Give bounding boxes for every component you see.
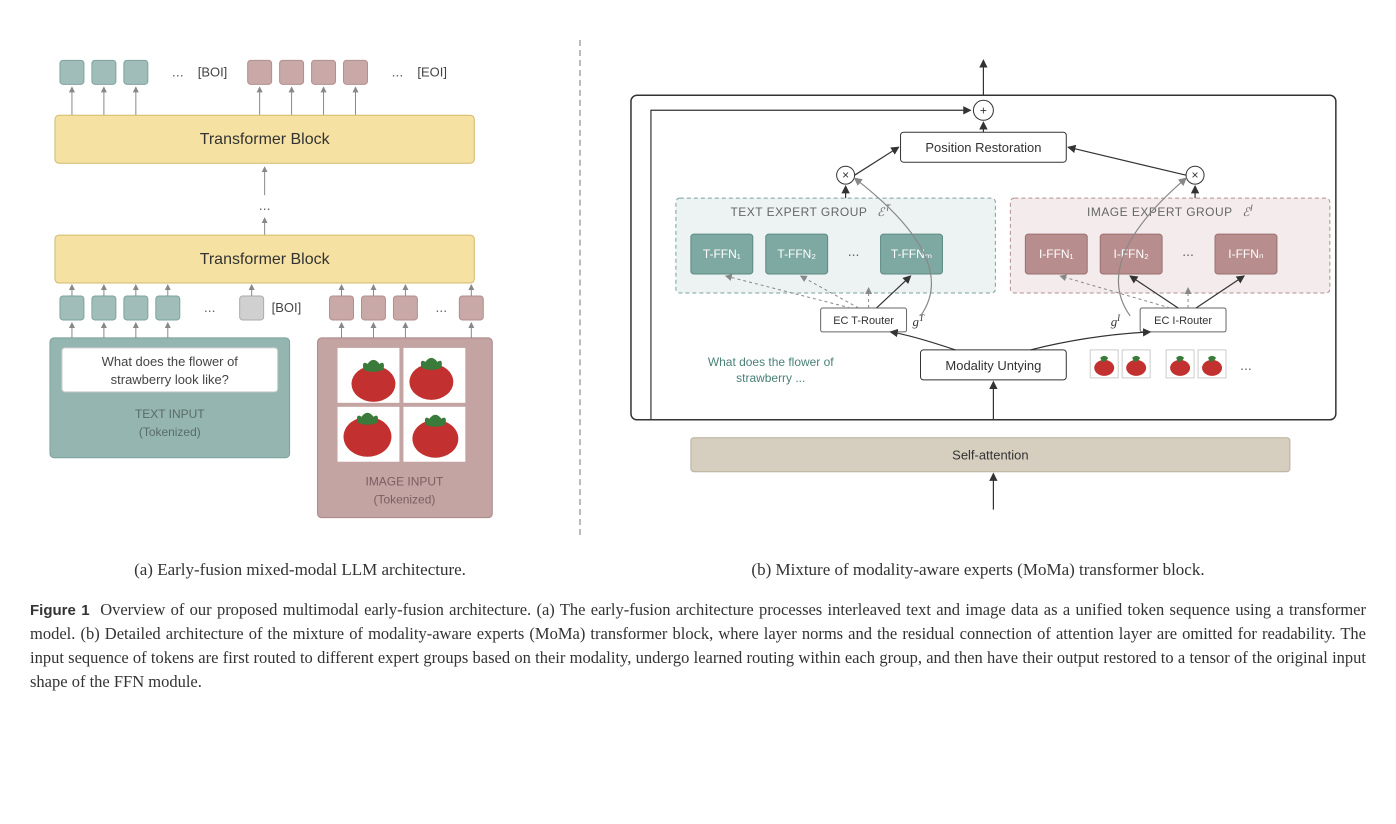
diagrams-row: ... [BOI] ... [EOI]: [20, 20, 1376, 555]
figure-caption-text: Overview of our proposed multimodal earl…: [30, 600, 1366, 691]
text-token-icon: [124, 296, 148, 320]
modality-untying-label: Modality Untying: [946, 358, 1042, 373]
teal-text-line2: strawberry ...: [736, 371, 805, 385]
ec-i-router-label: EC I-Router: [1154, 315, 1212, 327]
text-prompt-line1: What does the flower of: [102, 354, 239, 369]
text-group-title: TEXT EXPERT GROUP ℰT: [731, 203, 892, 219]
text-token-icon: [156, 296, 180, 320]
arrow-mult-to-pr-right: [1068, 147, 1186, 175]
subcaptions-row: (a) Early-fusion mixed-modal LLM archite…: [20, 560, 1376, 580]
ellipsis: ...: [1182, 243, 1194, 259]
arrows-top: [72, 87, 356, 115]
text-token-icon: [60, 296, 84, 320]
t-ffn-2-label: T-FFN₂: [778, 247, 817, 261]
transformer-block-label: Transformer Block: [200, 251, 330, 268]
transformer-block-label: Transformer Block: [200, 131, 330, 148]
image-token-icon: [280, 60, 304, 84]
text-token-icon: [92, 296, 116, 320]
i-ffn-n-label: I-FFNₙ: [1228, 247, 1264, 261]
text-token-icon: [124, 60, 148, 84]
output-tokens-row: ... [BOI] ... [EOI]: [60, 60, 447, 84]
boi-label: [BOI]: [198, 64, 228, 79]
ellipsis: ...: [848, 243, 860, 259]
image-token-icon: [361, 296, 385, 320]
add-symbol: +: [980, 103, 987, 117]
g-t-label: gT: [913, 313, 925, 329]
boi-mid-label: [BOI]: [272, 300, 302, 315]
arrows-text-to-tokens: [72, 323, 168, 338]
image-token-icon: [393, 296, 417, 320]
teal-text-line1: What does the flower of: [708, 355, 834, 369]
subcaption-b: (b) Mixture of modality-aware experts (M…: [580, 560, 1376, 580]
arrow-mult-to-pr-left: [855, 147, 899, 175]
image-input-label2: (Tokenized): [373, 493, 435, 507]
panel-a: ... [BOI] ... [EOI]: [20, 20, 579, 555]
ellipsis: ...: [1240, 357, 1252, 373]
untying-to-trouter-arrow: [891, 332, 956, 350]
image-group-title: IMAGE EXPERT GROUP ℰI: [1087, 203, 1253, 219]
text-input-label2: (Tokenized): [139, 425, 201, 439]
i-ffn-1-label: I-FFN₁: [1039, 247, 1074, 261]
text-token-icon: [60, 60, 84, 84]
i-ffn-2-label: I-FFN₂: [1114, 247, 1150, 261]
g-i-label: gI: [1111, 313, 1121, 329]
arrows-into-lower: [72, 285, 471, 296]
panel-b-svg: + Position Restoration × × TEXT EXPERT G…: [611, 40, 1356, 540]
eoi-label: [EOI]: [417, 64, 447, 79]
mult-symbol: ×: [1192, 168, 1199, 182]
ellipsis: ...: [436, 299, 448, 315]
panel-b: + Position Restoration × × TEXT EXPERT G…: [581, 20, 1376, 555]
t-ffn-1-label: T-FFN₁: [703, 247, 741, 261]
input-tokens-row: ... [BOI] ...: [60, 296, 483, 320]
ellipsis: ...: [172, 63, 184, 79]
text-token-icon: [92, 60, 116, 84]
image-token-icon: [459, 296, 483, 320]
text-prompt-line2: strawberry look like?: [111, 372, 229, 387]
figure-caption: Figure 1 Overview of our proposed multim…: [20, 598, 1376, 694]
boi-token-icon: [240, 296, 264, 320]
figure-label: Figure 1: [30, 602, 90, 619]
strawberry-thumbs: ...: [1090, 350, 1252, 378]
image-token-icon: [344, 60, 368, 84]
image-input-label1: IMAGE INPUT: [366, 475, 444, 489]
text-input-label1: TEXT INPUT: [135, 407, 205, 421]
image-token-icon: [248, 60, 272, 84]
subcaption-a: (a) Early-fusion mixed-modal LLM archite…: [20, 560, 580, 580]
image-token-icon: [330, 296, 354, 320]
image-token-icon: [312, 60, 336, 84]
untying-to-irouter-arrow: [1031, 332, 1151, 350]
position-restoration-label: Position Restoration: [926, 140, 1042, 155]
ellipsis: ...: [204, 299, 216, 315]
ec-t-router-label: EC T-Router: [833, 315, 894, 327]
ellipsis: ...: [392, 63, 404, 79]
mult-symbol: ×: [842, 168, 849, 182]
arrows-img-to-tokens: [342, 323, 472, 338]
figure-container: ... [BOI] ... [EOI]: [20, 20, 1376, 694]
self-attention-label: Self-attention: [952, 448, 1028, 463]
ellipsis: ...: [259, 197, 271, 213]
panel-a-svg: ... [BOI] ... [EOI]: [40, 40, 549, 540]
